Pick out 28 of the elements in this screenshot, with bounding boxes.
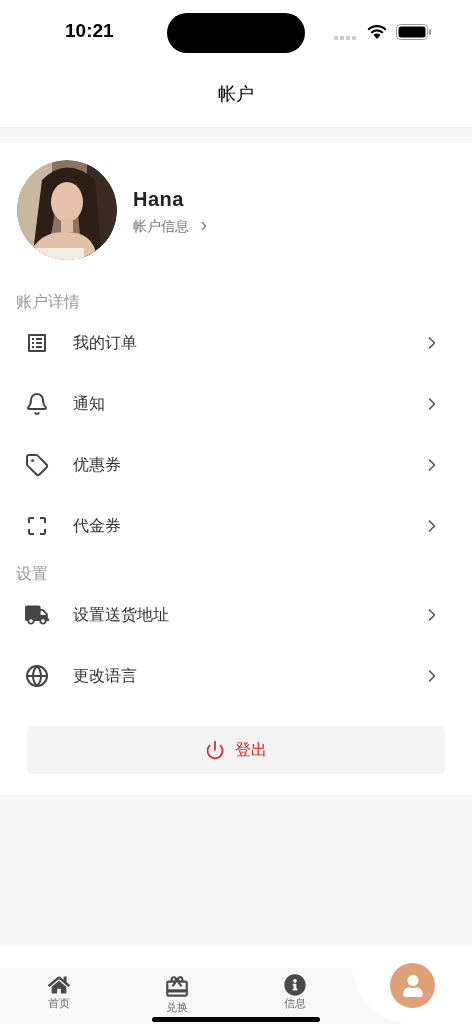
logout-button[interactable]: 登出 [27,726,445,774]
gift-card-icon [164,974,190,1000]
page-title: 帐户 [218,83,254,106]
truck-icon [25,602,49,627]
tab[interactable]: 信息 [236,968,354,1024]
signal-icon [334,36,358,40]
status-time: 10:21 [65,18,114,43]
bell-icon [25,391,49,416]
menu-item[interactable]: 我的订单 [0,312,472,373]
tag-icon [25,452,49,477]
user-icon [401,974,424,997]
section-heading: 设置 [16,564,48,584]
menu-item[interactable]: 更改语言 [0,645,472,706]
tab[interactable]: 兑换 [118,968,236,1024]
menu-item[interactable]: 优惠券 [0,434,472,495]
menu-item[interactable]: 代金券 [0,495,472,556]
section-heading: 账户详情 [16,292,80,312]
battery-icon [396,24,431,40]
info-icon [284,974,306,996]
power-icon [205,740,225,760]
globe-icon [25,663,49,688]
user-name: Hana [133,186,185,212]
menu-item[interactable]: 设置送货地址 [0,584,472,645]
account-info-link[interactable]: 帐户信息 [133,215,211,237]
menu-item[interactable]: 通知 [0,373,472,434]
tab[interactable]: 首页 [0,968,118,1024]
wifi-icon [367,23,387,39]
home-icon [48,974,70,996]
